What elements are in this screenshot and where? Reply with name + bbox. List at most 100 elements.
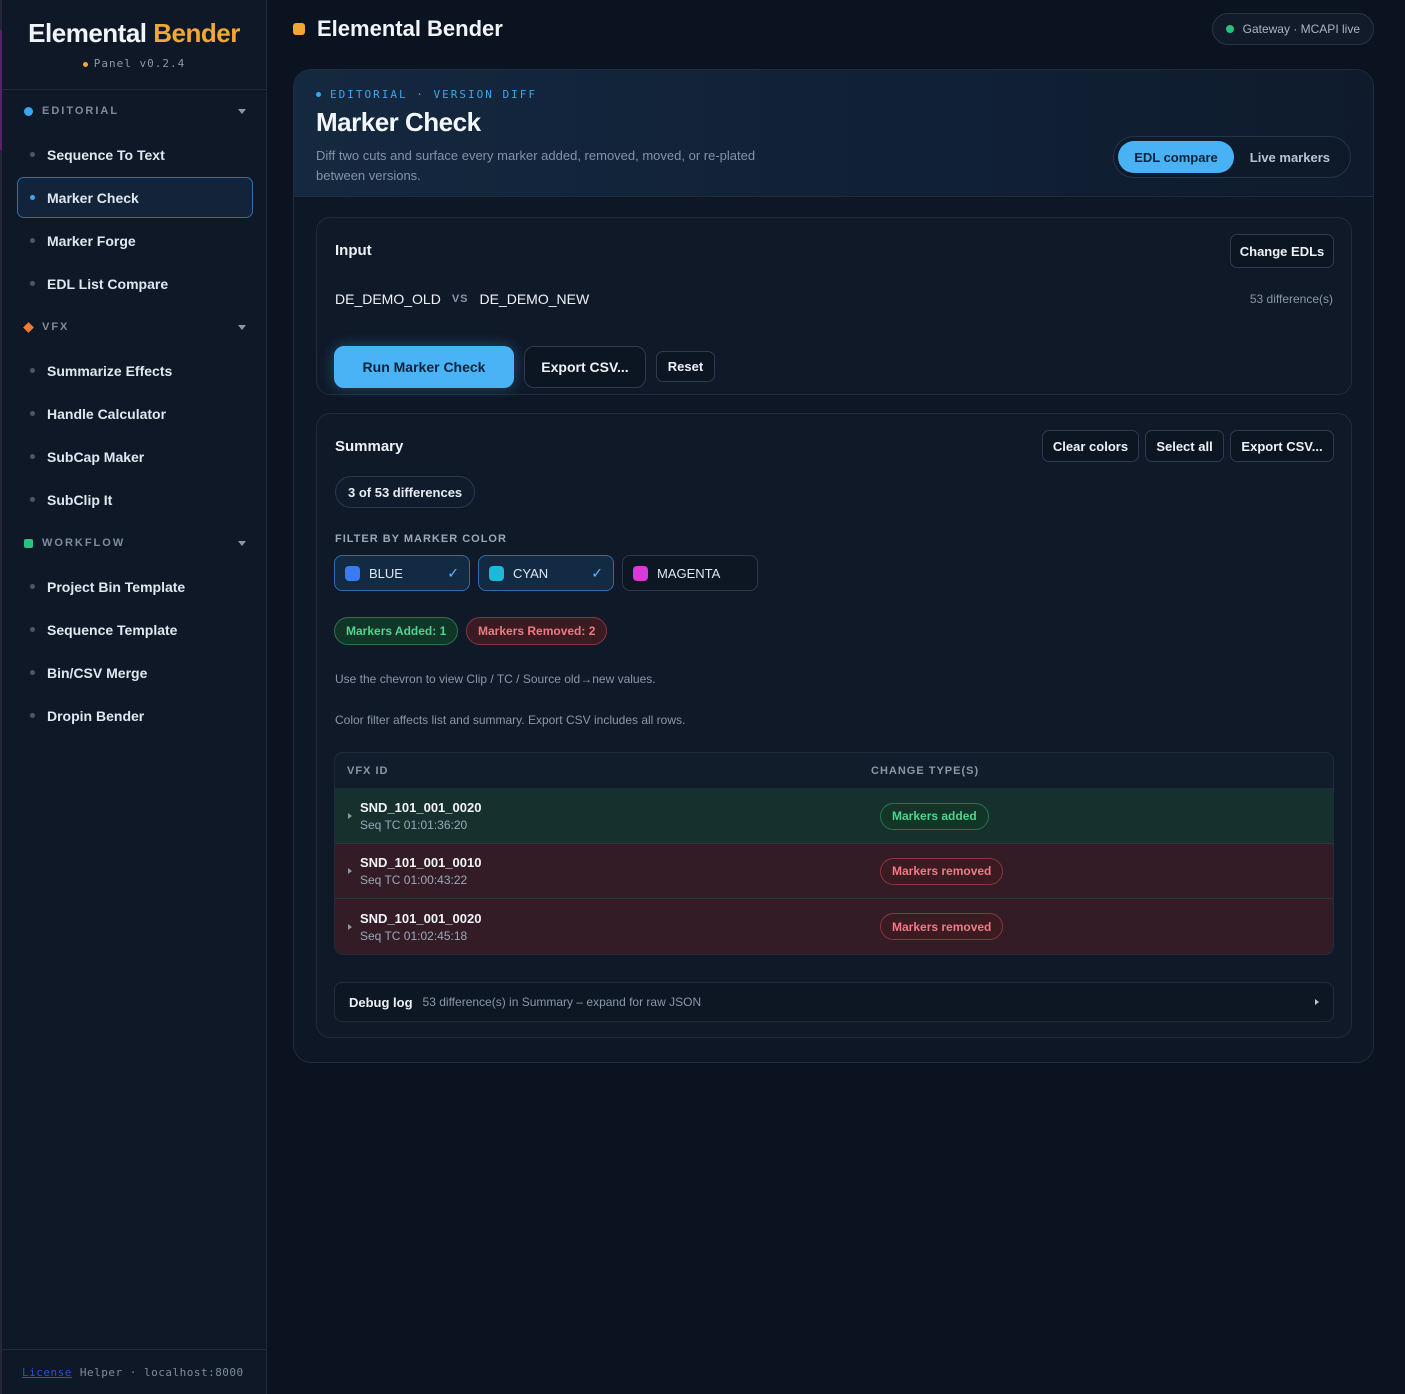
color-swatch-icon	[489, 565, 504, 581]
differences-table: VFX ID CHANGE TYPE(S) SND_101_001_0020 Se…	[334, 752, 1334, 955]
nav-group-workflow[interactable]: WORKFLOW	[2, 522, 266, 564]
change-edls-button[interactable]: Change EDLs	[1230, 234, 1334, 268]
sidebar-item-marker-check[interactable]: Marker Check	[17, 177, 253, 218]
breadcrumb-dot-icon	[316, 92, 321, 97]
brand-accent: Bender	[153, 18, 240, 48]
page-description: Diff two cuts and surface every marker a…	[316, 148, 756, 183]
change-type-badge: Markers added	[880, 802, 989, 830]
color-swatch-icon	[345, 565, 360, 581]
filtered-count-badge: 3 of 53 differences	[335, 476, 476, 508]
sidebar-item-subclip-it[interactable]: SubClip It	[17, 479, 253, 520]
sidebar-item-label: Project Bin Template	[47, 578, 186, 595]
change-type-badge: Markers removed	[880, 913, 1004, 940]
sidebar-item-handle-calculator[interactable]: Handle Calculator	[17, 393, 253, 434]
color-swatch-icon	[633, 565, 648, 581]
table-row[interactable]: SND_101_001_0020 Seq TC 01:02:45:18 Marker…	[335, 899, 1333, 954]
sidebar-item-label: Marker Forge	[47, 232, 136, 249]
vfx-id: SND_101_001_0010	[360, 855, 482, 870]
sidebar-item-dropin-bender[interactable]: Dropin Bender	[17, 695, 253, 736]
run-marker-check-button[interactable]: Run Marker Check	[334, 346, 514, 388]
sidebar-item-label: Marker Check	[47, 189, 139, 206]
bullet-icon	[30, 411, 35, 416]
vfx-id-cell: SND_101_001_0020 Seq TC 01:02:45:18	[360, 911, 880, 943]
filter-chip-cyan[interactable]: CYAN ✓	[478, 555, 614, 591]
vfx-id: SND_101_001_0020	[360, 910, 482, 926]
input-card: Input Change EDLs DE_DEMO_OLD VS DE_DEMO…	[316, 217, 1352, 395]
nav-group-vfx[interactable]: VFX	[2, 306, 266, 348]
select-all-button[interactable]: Select all	[1145, 430, 1224, 462]
bullet-icon	[30, 281, 35, 286]
expand-chevron-icon[interactable]	[348, 923, 352, 930]
sidebar-item-marker-forge[interactable]: Marker Forge	[17, 220, 253, 261]
filter-chip-magenta[interactable]: MAGENTA	[622, 555, 758, 591]
table-row[interactable]: SND_101_001_0010 Seq TC 01:00:43:22 Marker…	[335, 844, 1333, 899]
sidebar-footer: License Helper · localhost:8000	[2, 1349, 267, 1394]
sidebar-item-sequence-to-text[interactable]: Sequence To Text	[17, 134, 253, 175]
vs-label: VS	[451, 293, 469, 305]
sidebar-item-subcap-maker[interactable]: SubCap Maker	[17, 436, 253, 477]
helper-address: Helper · localhost:8000	[79, 1365, 244, 1379]
mode-toggle: EDL compare Live markers	[1113, 136, 1351, 178]
panel-header: EDITORIAL · VERSION DIFF Marker Check Di…	[294, 70, 1373, 197]
brand-version: Panel v0.2.4	[2, 57, 266, 70]
license-link[interactable]: License	[22, 1366, 72, 1379]
chevron-hint: Use the chevron to view Clip / TC / Sour…	[335, 672, 656, 686]
vfx-id-cell: SND_101_001_0020 Seq TC 01:01:36:20	[360, 800, 880, 832]
markers-added-tag: Markers Added: 1	[334, 617, 459, 645]
bullet-icon	[30, 627, 35, 632]
chevron-down-icon[interactable]	[238, 108, 246, 114]
clear-colors-button[interactable]: Clear colors	[1042, 430, 1139, 462]
nav-group-label: WORKFLOW	[42, 537, 126, 549]
mode-edl-compare[interactable]: EDL compare	[1118, 141, 1234, 173]
chevron-down-icon[interactable]	[238, 324, 246, 330]
old-edl-name: DE_DEMO_OLD	[335, 291, 441, 307]
expand-chevron-icon[interactable]	[348, 813, 352, 819]
sequence-timecode: Seq TC 01:02:45:18	[360, 928, 468, 943]
table-row[interactable]: SND_101_001_0020 Seq TC 01:01:36:20 Marker…	[335, 789, 1333, 844]
nav-group-editorial[interactable]: EDITORIAL	[2, 90, 266, 132]
square-icon	[24, 538, 33, 548]
input-card-title: Input	[335, 242, 372, 259]
gateway-status-text: Gateway · MCAPI live	[1242, 22, 1360, 36]
summary-export-csv-button[interactable]: Export CSV...	[1230, 430, 1334, 462]
col-change-types: CHANGE TYPE(S)	[871, 764, 980, 777]
sidebar-item-label: Summarize Effects	[47, 362, 173, 379]
sidebar-item-label: SubCap Maker	[47, 448, 145, 465]
sidebar-item-label: SubClip It	[47, 491, 113, 508]
summary-card-title: Summary	[335, 438, 404, 455]
sidebar-item-edl-list-compare[interactable]: EDL List Compare	[17, 263, 253, 304]
sidebar-item-sequence-template[interactable]: Sequence Template	[17, 609, 253, 650]
sidebar: Elemental Bender Panel v0.2.4 EDITORIAL S…	[0, 0, 267, 1394]
reset-button[interactable]: Reset	[656, 351, 715, 382]
bullet-icon	[30, 238, 35, 243]
debug-log-summary: 53 difference(s) in Summary – expand for…	[422, 995, 702, 1009]
bullet-icon	[30, 195, 35, 200]
sidebar-item-bin-csv-merge[interactable]: Bin/CSV Merge	[17, 652, 253, 693]
filter-chip-label: BLUE	[369, 565, 403, 581]
chevron-down-icon[interactable]	[238, 540, 246, 546]
sequence-timecode: Seq TC 01:00:43:22	[360, 873, 468, 887]
markers-removed-tag: Markers Removed: 2	[466, 617, 608, 645]
brand-name: Elemental	[28, 18, 147, 48]
breadcrumb: EDITORIAL · VERSION DIFF	[316, 88, 1351, 101]
debug-log[interactable]: Debug log 53 difference(s) in Summary – …	[334, 982, 1334, 1022]
mode-live-markers[interactable]: Live markers	[1234, 141, 1346, 173]
expand-chevron-icon[interactable]	[1315, 999, 1319, 1005]
nav-group-label: VFX	[42, 321, 70, 333]
bullet-icon	[30, 497, 35, 502]
marker-check-panel: EDITORIAL · VERSION DIFF Marker Check Di…	[293, 69, 1374, 1063]
sidebar-item-project-bin-template[interactable]: Project Bin Template	[17, 566, 253, 607]
sidebar-item-summarize-effects[interactable]: Summarize Effects	[17, 350, 253, 391]
filter-chip-blue[interactable]: BLUE ✓	[334, 555, 470, 591]
summary-card: Summary Clear colors Select all Export C…	[316, 413, 1352, 1038]
breadcrumb-text: EDITORIAL · VERSION DIFF	[330, 88, 537, 101]
export-csv-button[interactable]: Export CSV...	[524, 346, 646, 388]
gateway-status-badge: Gateway · MCAPI live	[1211, 13, 1374, 45]
sequence-timecode: Seq TC 01:01:36:20	[360, 818, 468, 832]
expand-chevron-icon[interactable]	[348, 868, 352, 874]
brand: Elemental Bender Panel v0.2.4	[2, 0, 266, 90]
col-vfx-id: VFX ID	[347, 764, 389, 777]
sidebar-nav: EDITORIAL Sequence To Text Marker Check Mar…	[2, 90, 266, 736]
sidebar-item-label: Bin/CSV Merge	[47, 664, 148, 681]
filter-chip-label: MAGENTA	[657, 565, 721, 581]
